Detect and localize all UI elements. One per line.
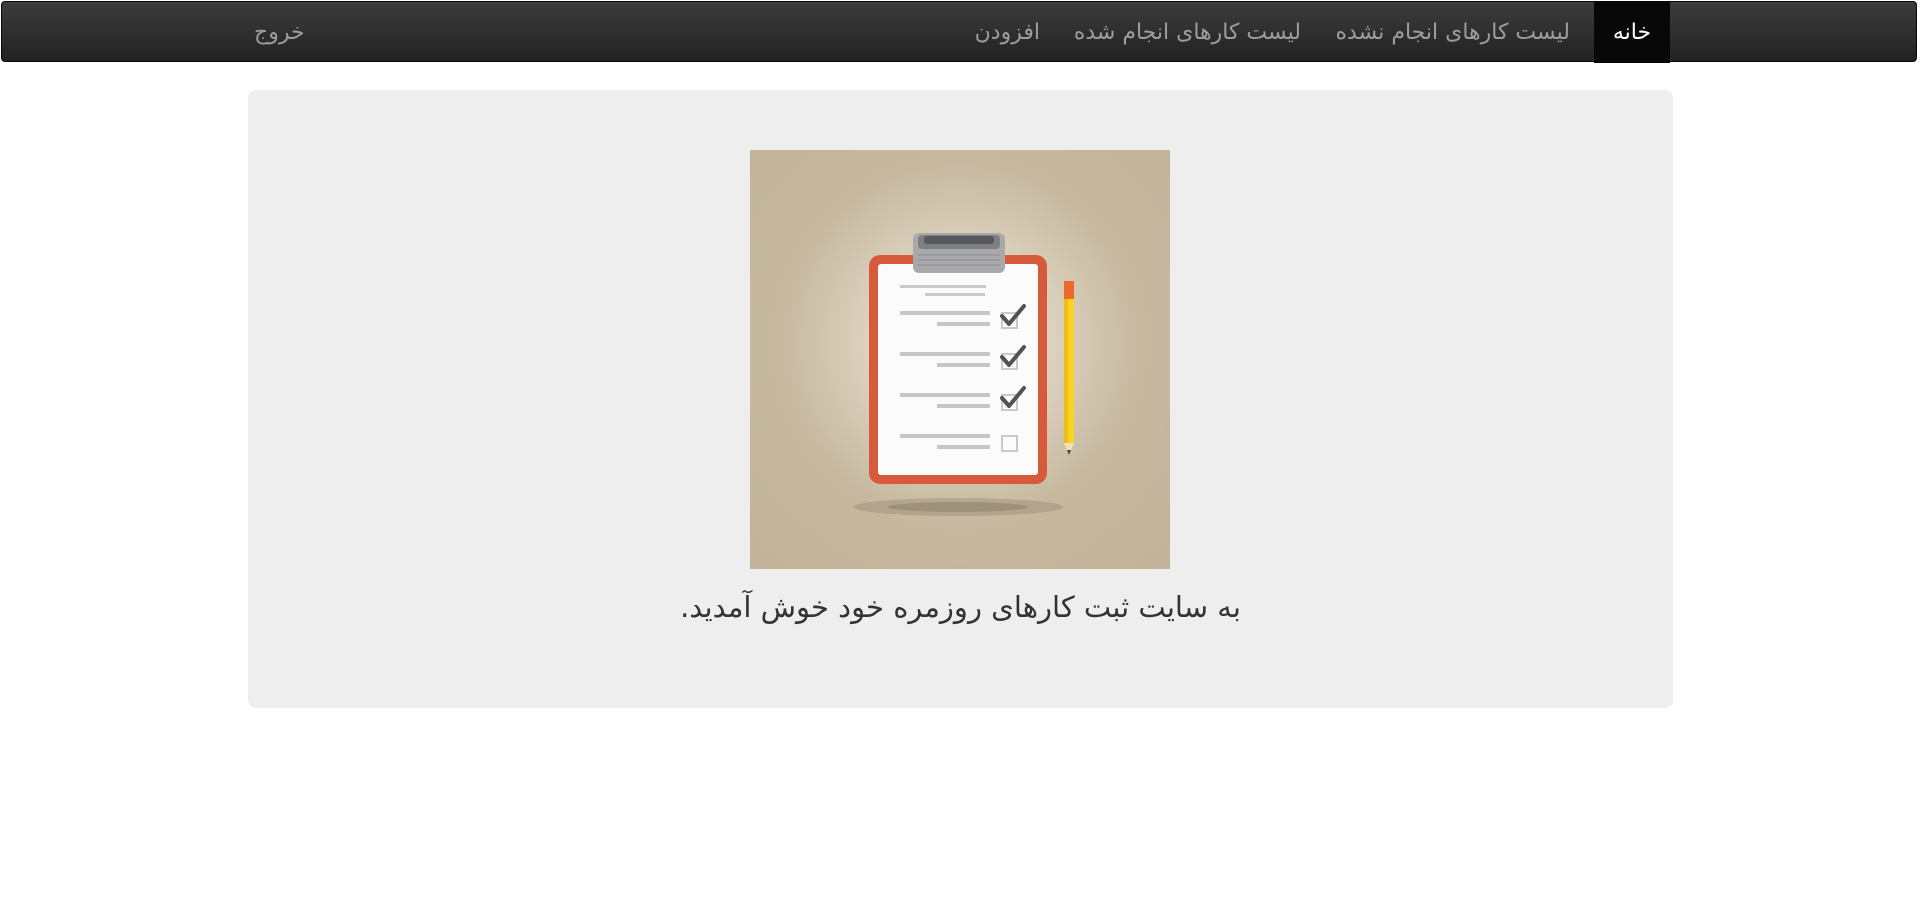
welcome-message: به سایت ثبت کارهای روزمره خود خوش آمدید.	[680, 590, 1241, 624]
clipboard-checklist-icon	[750, 150, 1170, 569]
nav-item-add[interactable]: افزودن	[975, 2, 1040, 63]
logout-link[interactable]: خروج	[254, 2, 305, 63]
top-navbar: خانه لیست کارهای انجام نشده لیست کارهای …	[1, 1, 1917, 63]
nav-item-undone-tasks[interactable]: لیست کارهای انجام نشده	[1336, 2, 1570, 63]
nav-item-done-tasks[interactable]: لیست کارهای انجام شده	[1074, 2, 1301, 63]
nav-item-home[interactable]: خانه	[1594, 2, 1670, 63]
welcome-jumbotron: به سایت ثبت کارهای روزمره خود خوش آمدید.	[248, 90, 1673, 708]
